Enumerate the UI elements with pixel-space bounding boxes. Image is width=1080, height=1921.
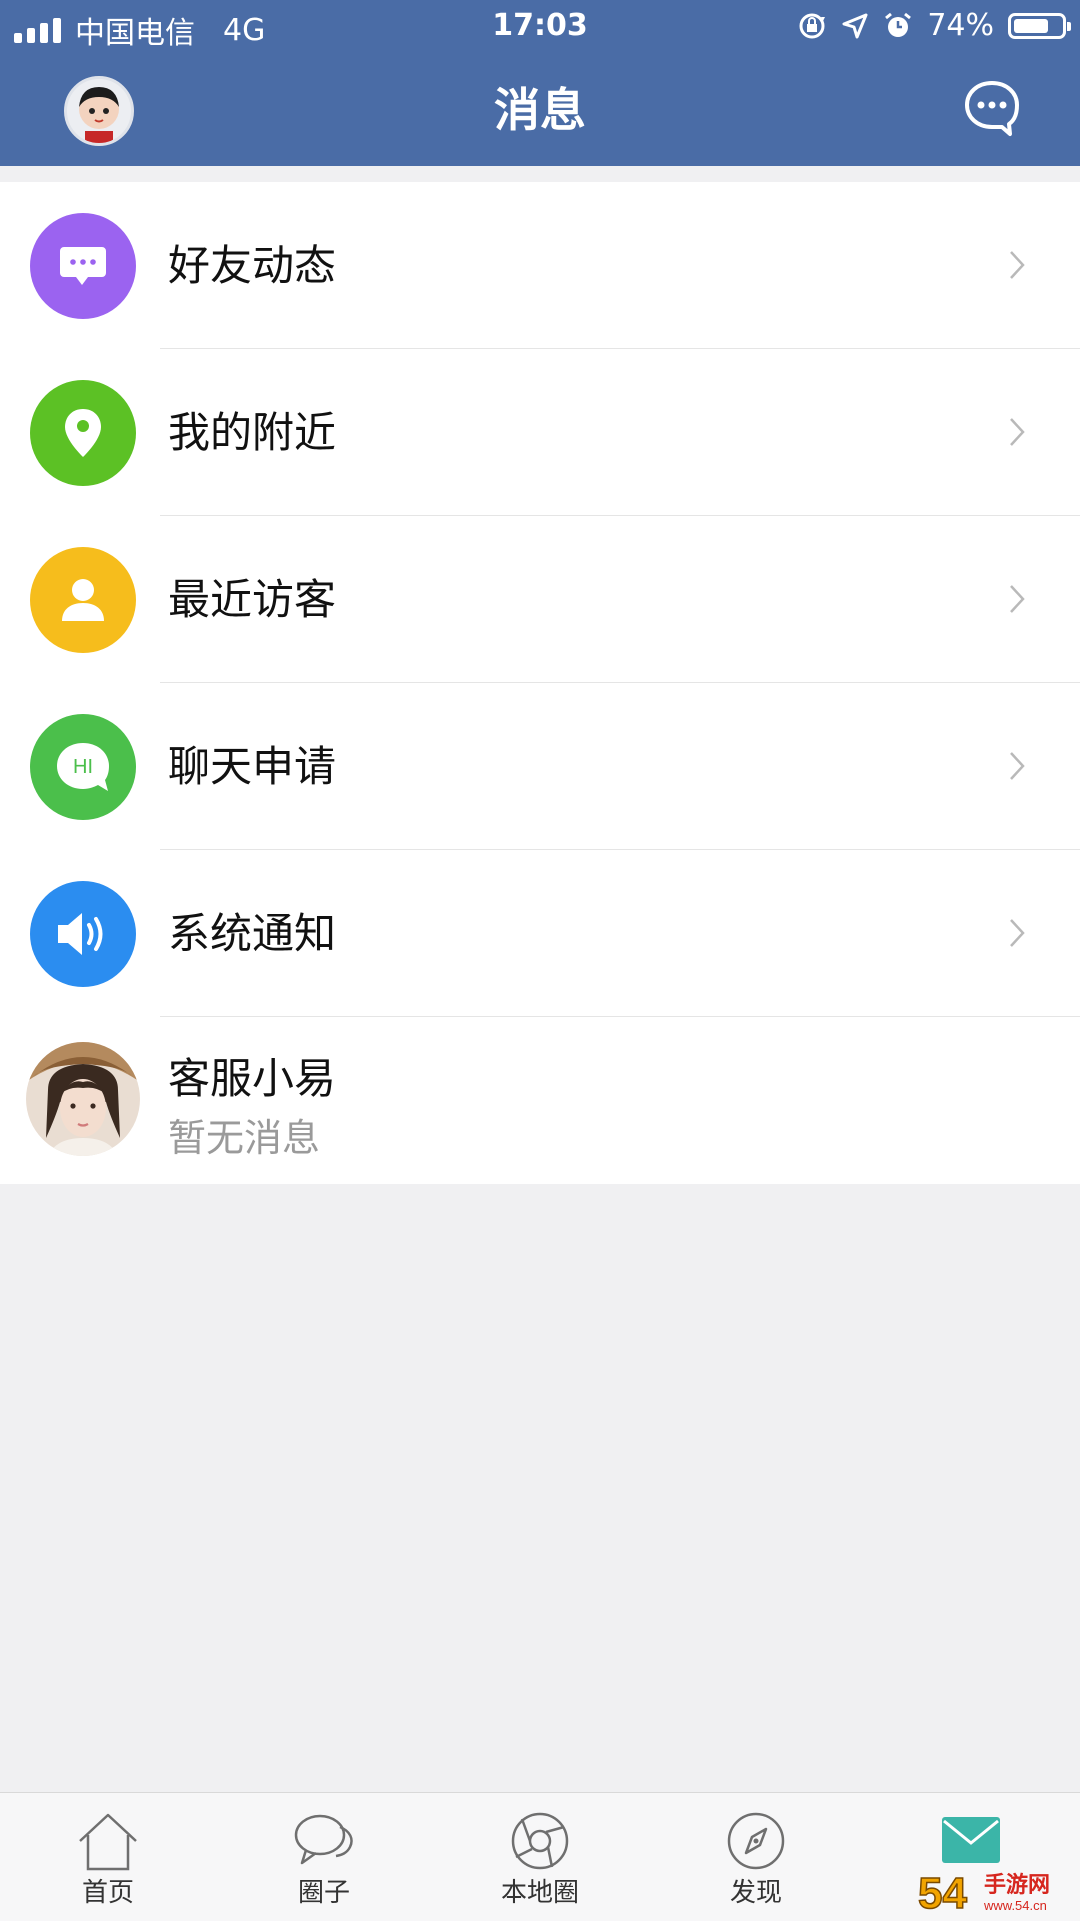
tab-home[interactable]: 首页 xyxy=(0,1793,216,1921)
person-icon xyxy=(62,579,104,621)
list-item-label: 聊天申请 xyxy=(168,742,337,791)
chat-dots-icon xyxy=(965,81,1019,136)
hi-bubble-icon: HI xyxy=(57,743,109,791)
hi-text: HI xyxy=(73,756,93,778)
chevron-right-icon xyxy=(1010,919,1025,947)
recent-visitors-icon xyxy=(30,547,136,653)
watermark-logo: 54 手游网 www.54.cn xyxy=(917,1866,1074,1919)
message-list: 好友动态 我的附近 最近访客 HI 聊天申请 系统通知 客服小易 暂无消息 xyxy=(0,182,1080,1184)
message-bubble-icon xyxy=(60,247,106,285)
tab-circles[interactable]: 圈子 xyxy=(216,1793,432,1921)
tab-label: 首页 xyxy=(81,1878,134,1908)
alarm-clock-icon xyxy=(885,12,912,37)
nearby-icon xyxy=(30,380,136,486)
list-item-system-notice[interactable]: 系统通知 xyxy=(0,850,1080,1017)
list-item-customer-service[interactable]: 客服小易 暂无消息 xyxy=(0,1017,1080,1184)
logo-domain: www.54.cn xyxy=(983,1898,1047,1913)
battery-fill xyxy=(1014,18,1048,33)
list-item-recent-visitors[interactable]: 最近访客 xyxy=(0,516,1080,683)
new-chat-button[interactable] xyxy=(962,78,1022,138)
logo-text: 手游网 xyxy=(984,1872,1050,1898)
location-pin-icon xyxy=(65,409,101,457)
rotation-lock-icon xyxy=(799,13,826,38)
header: 中国电信 4G 17:03 74% 消息 xyxy=(0,0,1080,166)
chat-requests-icon: HI xyxy=(30,714,136,820)
customer-service-avatar xyxy=(26,1042,140,1156)
mail-icon xyxy=(942,1817,1000,1863)
location-arrow-icon xyxy=(842,13,868,38)
list-item-label: 最近访客 xyxy=(168,575,337,624)
battery-icon xyxy=(1008,12,1071,39)
tab-label: 本地圈 xyxy=(500,1878,579,1908)
chevron-right-icon xyxy=(1010,752,1025,780)
tab-label: 发现 xyxy=(729,1878,782,1908)
tab-label: 圈子 xyxy=(297,1878,350,1908)
battery-percent: 74% xyxy=(927,8,994,43)
chevron-right-icon xyxy=(1010,585,1025,613)
list-item-chat-requests[interactable]: HI 聊天申请 xyxy=(0,683,1080,850)
page-title: 消息 xyxy=(494,83,586,137)
list-item-friend-feed[interactable]: 好友动态 xyxy=(0,182,1080,349)
status-bar: 中国电信 4G 17:03 74% xyxy=(0,0,1080,56)
speaker-icon xyxy=(58,913,103,955)
compass-icon xyxy=(727,1812,785,1870)
aperture-icon xyxy=(511,1812,569,1870)
avatar-photo-icon xyxy=(26,1042,140,1156)
home-icon xyxy=(79,1813,137,1871)
system-notice-icon xyxy=(30,881,136,987)
chat-bubbles-icon xyxy=(294,1814,353,1865)
chevron-right-icon xyxy=(1010,251,1025,279)
logo-number: 54 xyxy=(918,1869,967,1916)
list-item-label: 我的附近 xyxy=(168,408,337,457)
message-preview: 暂无消息 xyxy=(168,1116,321,1160)
list-item-label: 好友动态 xyxy=(168,241,337,290)
contact-name: 客服小易 xyxy=(168,1054,337,1103)
tab-discover[interactable]: 发现 xyxy=(648,1793,864,1921)
tab-local-circle[interactable]: 本地圈 xyxy=(432,1793,648,1921)
friend-feed-icon xyxy=(30,213,136,319)
list-item-label: 系统通知 xyxy=(168,909,337,958)
chevron-right-icon xyxy=(1010,418,1025,446)
site-logo-icon: 54 手游网 www.54.cn xyxy=(917,1868,1050,1919)
list-item-nearby[interactable]: 我的附近 xyxy=(0,349,1080,516)
